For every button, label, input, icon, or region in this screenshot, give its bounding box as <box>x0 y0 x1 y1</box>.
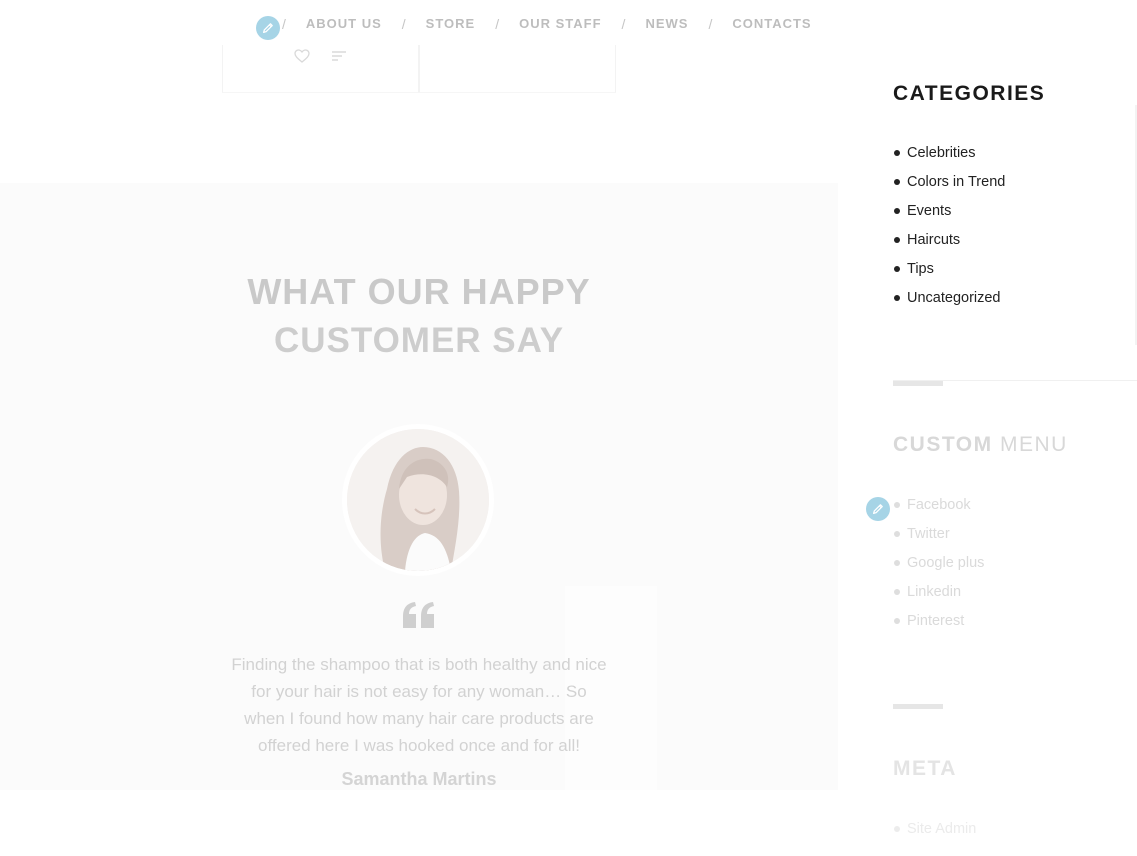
custom-menu-title: CUSTOM MENU <box>893 433 1068 457</box>
list-item: Linkedin <box>893 584 984 613</box>
custom-menu-title-bold: CUSTOM <box>893 433 993 456</box>
category-link-colors-in-trend[interactable]: Colors in Trend <box>907 174 1005 190</box>
nav-separator: / <box>401 16 406 32</box>
edit-custom-menu-pencil-icon[interactable] <box>866 497 890 521</box>
list-item: Twitter <box>893 526 984 555</box>
nav-item-news[interactable]: NEWS <box>645 16 688 31</box>
product-card <box>222 45 419 93</box>
list-item: Haircuts <box>893 232 1005 261</box>
meta-link-site-admin[interactable]: Site Admin <box>907 821 976 837</box>
meta-list: Site Admin <box>893 821 976 850</box>
widget-divider <box>893 704 943 709</box>
list-item: Facebook <box>893 497 984 526</box>
edit-nav-pencil-icon[interactable] <box>256 16 280 40</box>
testimonial-quote: Finding the shampoo that is both healthy… <box>231 655 607 755</box>
custom-menu-title-light: MENU <box>999 433 1068 456</box>
nav-separator: / <box>282 16 286 32</box>
top-navigation: / ABOUT US / STORE / OUR STAFF / NEWS / … <box>0 0 1137 45</box>
custom-menu-link-linkedin[interactable]: Linkedin <box>907 584 961 600</box>
customer-avatar <box>342 424 494 576</box>
category-link-tips[interactable]: Tips <box>907 261 934 277</box>
sidebar: CATEGORIES Celebrities Colors in Trend E… <box>838 45 1137 856</box>
list-item: Site Admin <box>893 821 976 850</box>
nav-item-store[interactable]: STORE <box>426 16 476 31</box>
quote-icon <box>403 602 434 628</box>
custom-menu-link-facebook[interactable]: Facebook <box>907 497 971 513</box>
testimonial-author: Samantha Martins <box>341 769 497 789</box>
meta-title: META <box>893 757 957 780</box>
categories-title: CATEGORIES <box>893 82 1046 105</box>
main-menu: / ABOUT US / STORE / OUR STAFF / NEWS / … <box>282 15 812 33</box>
custom-menu-link-pinterest[interactable]: Pinterest <box>907 613 964 629</box>
widget-divider <box>893 381 943 386</box>
category-link-events[interactable]: Events <box>907 203 951 219</box>
category-link-haircuts[interactable]: Haircuts <box>907 232 960 248</box>
categories-list: Celebrities Colors in Trend Events Hairc… <box>893 145 1005 319</box>
list-item: Google plus <box>893 555 984 584</box>
testimonial-subtitle: CUSTOMER SAY <box>273 321 565 360</box>
heart-icon[interactable] <box>293 47 311 65</box>
nav-item-contacts[interactable]: CONTACTS <box>732 16 811 31</box>
list-item: Pinterest <box>893 613 984 642</box>
filter-lines-icon[interactable] <box>330 47 348 65</box>
custom-menu-link-twitter[interactable]: Twitter <box>907 526 950 542</box>
nav-separator: / <box>708 16 713 32</box>
category-link-uncategorized[interactable]: Uncategorized <box>907 290 1001 306</box>
testimonial-title: WHAT OUR HAPPY <box>247 271 591 312</box>
product-card <box>419 45 616 93</box>
testimonial-section: WHAT OUR HAPPY CUSTOMER SAY Finding the … <box>0 183 838 790</box>
custom-menu-link-google-plus[interactable]: Google plus <box>907 555 984 571</box>
nav-item-our-staff[interactable]: OUR STAFF <box>519 16 601 31</box>
nav-separator: / <box>495 16 500 32</box>
list-item: Uncategorized <box>893 290 1005 319</box>
list-item: Celebrities <box>893 145 1005 174</box>
custom-menu-list: Facebook Twitter Google plus Linkedin Pi… <box>893 497 984 642</box>
list-item: Tips <box>893 261 1005 290</box>
category-link-celebrities[interactable]: Celebrities <box>907 145 976 161</box>
product-cards-row <box>222 45 616 93</box>
nav-separator: / <box>621 16 626 32</box>
nav-item-about-us[interactable]: ABOUT US <box>306 16 382 31</box>
list-item: Events <box>893 203 1005 232</box>
customer-portrait-icon <box>347 429 489 571</box>
list-item: Colors in Trend <box>893 174 1005 203</box>
